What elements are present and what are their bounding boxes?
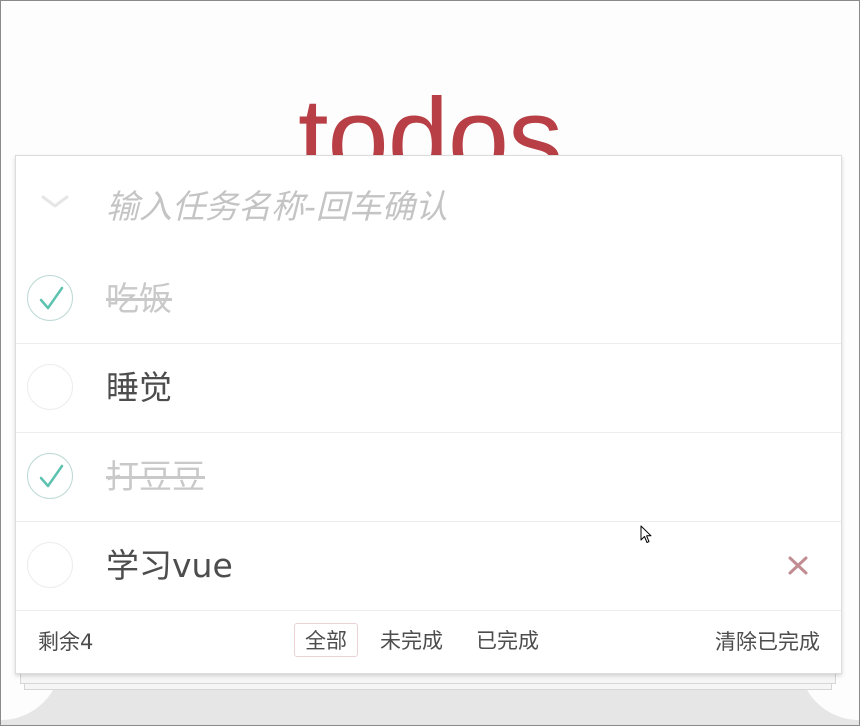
filter-active[interactable]: 未完成 (369, 623, 454, 657)
check-icon (39, 286, 64, 310)
new-todo-input[interactable] (106, 178, 806, 234)
close-icon (788, 556, 808, 575)
check-icon (39, 464, 64, 488)
todo-header (16, 156, 841, 255)
filter-completed[interactable]: 已完成 (465, 623, 550, 657)
todo-footer: 剩余4 全部 未完成 已完成 清除已完成 (16, 611, 841, 673)
todo-label[interactable]: 学习vue (106, 544, 233, 588)
todo-toggle-checkbox[interactable] (27, 542, 73, 588)
delete-todo-button[interactable] (785, 550, 811, 580)
filter-tabs: 全部 未完成 已完成 (294, 623, 561, 657)
todo-item: 学习vue (16, 522, 841, 611)
todo-list: 吃饭 睡觉 打豆豆 学习vue (16, 255, 841, 611)
todo-item: 睡觉 (16, 344, 841, 433)
todo-count: 剩余4 (38, 630, 94, 654)
todo-label[interactable]: 吃饭 (106, 277, 172, 321)
todo-item: 吃饭 (16, 255, 841, 344)
todo-label[interactable]: 睡觉 (106, 366, 172, 410)
todo-app-card: 吃饭 睡觉 打豆豆 学习vue 剩余4 (15, 155, 842, 674)
chevron-down-icon (41, 195, 69, 208)
todo-toggle-checkbox[interactable] (27, 275, 73, 321)
toggle-all-button[interactable] (40, 192, 70, 212)
mouse-pointer-icon (640, 525, 654, 545)
todo-label[interactable]: 打豆豆 (106, 455, 205, 499)
todo-toggle-checkbox[interactable] (27, 453, 73, 499)
todo-item: 打豆豆 (16, 433, 841, 522)
clear-completed-button[interactable]: 清除已完成 (715, 627, 820, 657)
todo-toggle-checkbox[interactable] (27, 364, 73, 410)
filter-all[interactable]: 全部 (294, 623, 358, 657)
